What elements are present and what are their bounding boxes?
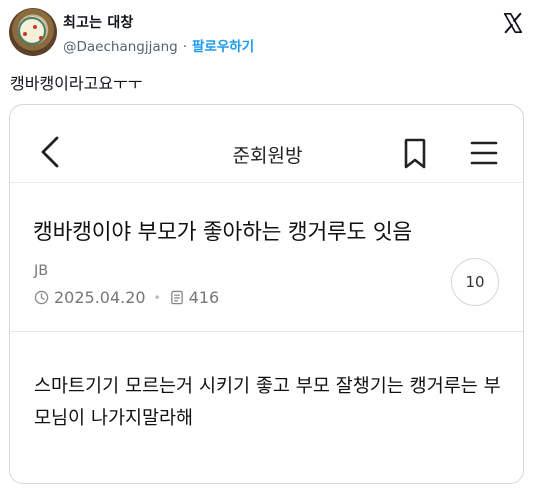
x-logo-icon[interactable]	[502, 12, 524, 34]
comment-count-badge: 10	[451, 258, 499, 306]
post-body: 스마트기기 모르는거 시키기 좋고 부모 잘챙기는 캥거루는 부모님이 나가지말…	[34, 376, 501, 429]
bookmark-icon	[404, 138, 426, 169]
post-author: JB	[34, 263, 49, 279]
handle-row: @Daechangjjang · 팔로우하기	[63, 39, 255, 55]
post-meta: 2025.04.20 • 416	[34, 288, 219, 307]
post-date: 2025.04.20	[54, 288, 146, 307]
handle[interactable]: @Daechangjjang	[63, 39, 178, 55]
document-icon	[170, 290, 183, 305]
post-views: 416	[188, 288, 220, 307]
attached-screenshot[interactable]: 준회원방 캥바캥이야 부모가 좋아하는 캥거루도 잇음 JB 2025.04.2…	[9, 104, 524, 484]
display-name[interactable]: 최고는 대창	[63, 12, 133, 32]
screenshot-nav-title: 준회원방	[232, 145, 303, 167]
tweet-text: 캥바캥이라고요ㅜㅜ	[10, 74, 143, 93]
menu-icon	[470, 141, 498, 165]
divider	[10, 331, 523, 332]
tweet-header: 최고는 대창 @Daechangjjang · 팔로우하기	[0, 0, 539, 60]
follow-button[interactable]: 팔로우하기	[192, 39, 254, 55]
avatar[interactable]	[9, 8, 57, 56]
clock-icon	[34, 290, 49, 305]
screenshot-nav-bar: 준회원방	[10, 105, 523, 183]
post-title: 캥바캥이야 부모가 좋아하는 캥거루도 잇음	[33, 220, 412, 245]
